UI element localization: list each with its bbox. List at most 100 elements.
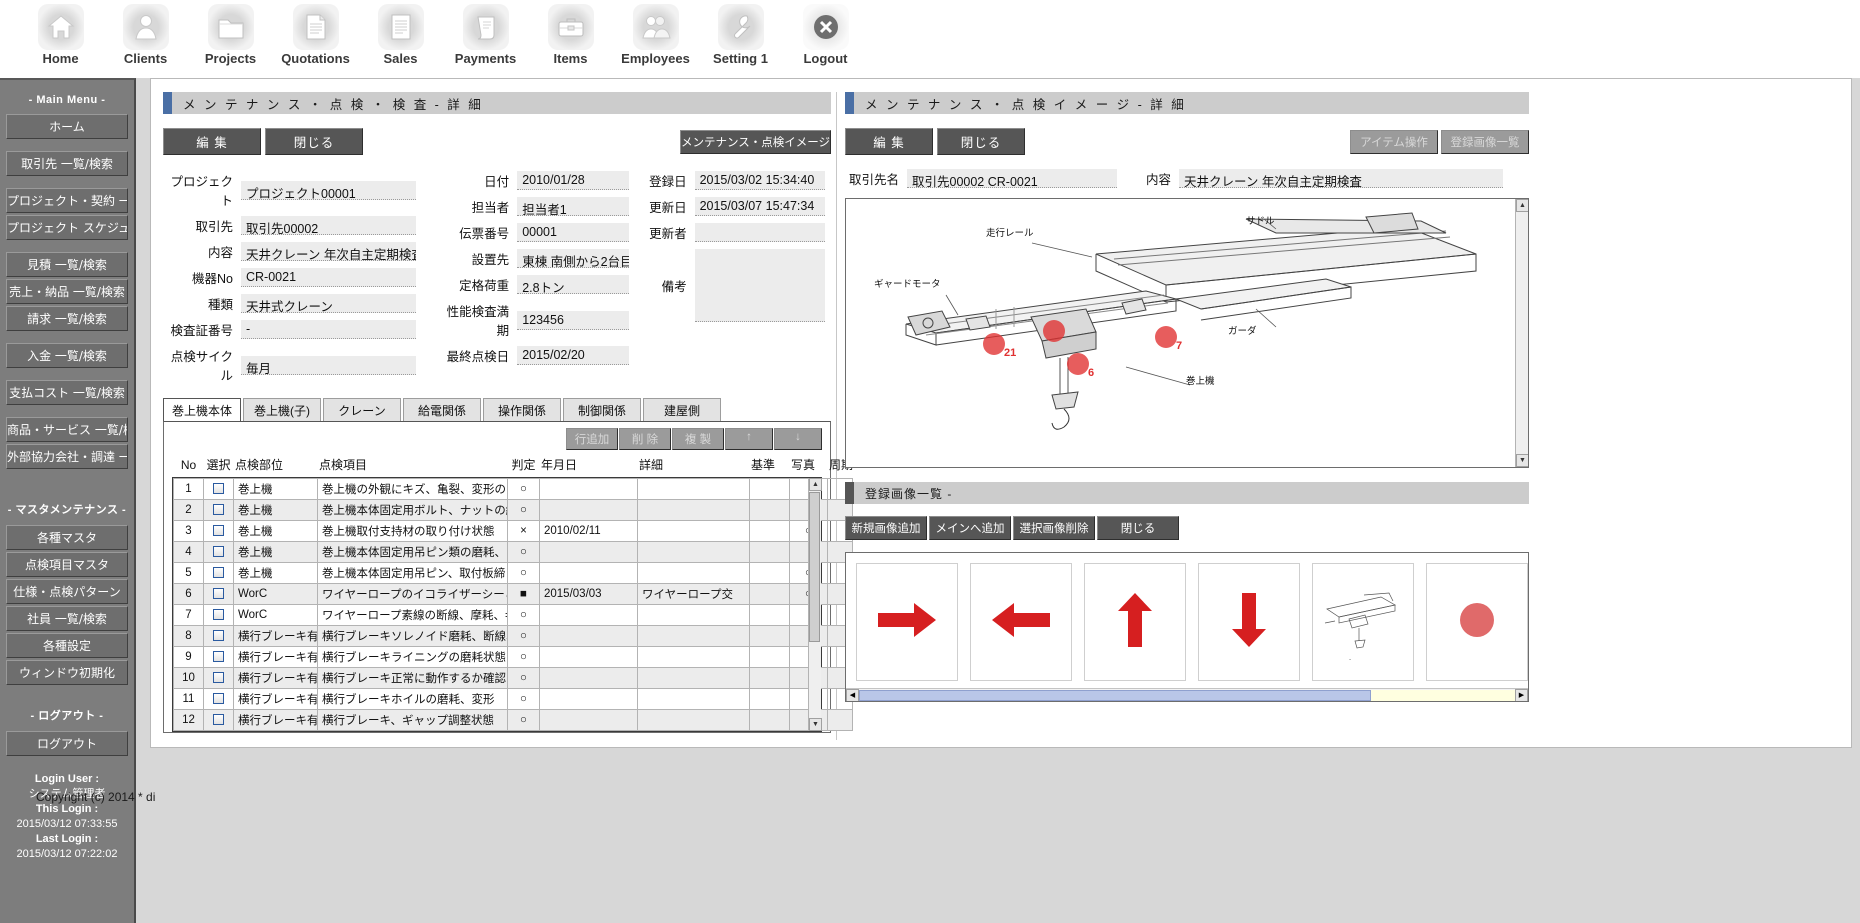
image-action-button-2[interactable]: 選択画像削除 — [1013, 516, 1095, 540]
sidebar-item-4-0[interactable]: 入金 一覧/検索 — [6, 343, 128, 368]
toolbar-item-logout[interactable]: Logout — [783, 4, 868, 66]
row-select-cell[interactable] — [203, 688, 234, 710]
tab-0[interactable]: 巻上機本体 — [163, 398, 241, 421]
sidebar-item-2-1[interactable]: プロジェクト スケジュール — [6, 215, 128, 240]
image-list-button[interactable]: 登録画像一覧 — [1441, 129, 1529, 154]
maintenance-image-button[interactable]: メンテナンス・点検イメージ — [679, 129, 831, 154]
toolbar-item-setting-1[interactable]: Setting 1 — [698, 4, 783, 66]
thumbnail-3[interactable] — [1198, 563, 1300, 681]
sidebar-master-item-2[interactable]: 仕様・点検パターン — [6, 579, 128, 604]
grid-tool-4[interactable]: ↓ — [774, 428, 822, 450]
item-ops-button[interactable]: アイテム操作 — [1350, 129, 1438, 154]
row-select-cell[interactable] — [203, 520, 234, 542]
table-row[interactable]: 8 横行ブレーキ有:横行ブレーキソレノイド磨耗、断線、挿○ — [173, 625, 853, 647]
thumbnail-horizontal-scrollbar[interactable]: ◀ ▶ — [846, 688, 1528, 701]
thumb-scroll-right[interactable]: ▶ — [1515, 688, 1528, 701]
row-checkbox[interactable] — [213, 525, 224, 537]
drawing-scroll-down[interactable]: ▼ — [1516, 454, 1528, 467]
tab-6[interactable]: 建屋側 — [643, 398, 721, 421]
field-mid-1-value[interactable]: 担当者1 — [517, 197, 630, 216]
sidebar-item-3-0[interactable]: 見積 一覧/検索 — [6, 252, 128, 277]
sidebar-item-5-0[interactable]: 支払コスト 一覧/検索 — [6, 380, 128, 405]
field-mid-3-value[interactable]: 東棟 南側から2台目 — [517, 249, 630, 268]
row-select-cell[interactable] — [203, 562, 234, 584]
tab-2[interactable]: クレーン — [323, 398, 401, 421]
drawing-marker-0[interactable]: 21 — [983, 333, 1016, 359]
drawing-vertical-scrollbar[interactable]: ▲ ▼ — [1515, 199, 1528, 467]
row-checkbox[interactable] — [213, 483, 224, 495]
image-close-button[interactable]: 閉じる — [937, 128, 1025, 155]
row-select-cell[interactable] — [203, 709, 234, 731]
content-value[interactable]: 天井クレーン 年次自主定期検査 — [1179, 169, 1503, 188]
row-checkbox[interactable] — [213, 714, 224, 726]
field-right-2-value[interactable] — [694, 223, 825, 242]
image-action-button-3[interactable]: 閉じる — [1097, 516, 1179, 540]
client-name-value[interactable]: 取引先00002 CR-0021 — [907, 169, 1117, 188]
row-checkbox[interactable] — [213, 504, 224, 516]
thumbnail-5[interactable] — [1426, 563, 1528, 681]
sidebar-item-6-1[interactable]: 外部協力会社・調達 一覧 — [6, 444, 128, 469]
crane-drawing-viewport[interactable]: 21 7 6 走行レール サドル ギャードモータ ガーダ 巻上機 ▲ ▼ — [845, 198, 1529, 468]
drawing-scroll-up[interactable]: ▲ — [1516, 199, 1528, 212]
drawing-marker-2[interactable]: 6 — [1067, 353, 1094, 379]
field-left-6-value[interactable]: 毎月 — [241, 355, 416, 375]
table-row[interactable]: 7 WorC ワイヤーロープ素線の断線、摩耗、= ○ — [173, 604, 853, 626]
row-select-cell[interactable] — [203, 499, 234, 521]
table-row[interactable]: 6 WorC ワイヤーロープのイコライザーシーこ ■ 2015/03/03 ワイヤーロープ… — [173, 583, 853, 605]
field-left-2-value[interactable]: 天井クレーン 年次自主定期検査 — [241, 242, 416, 261]
thumb-scroll-track[interactable] — [859, 689, 1515, 701]
table-row[interactable]: 12 横行ブレーキ有: 横行ブレーキ、ギャップ調整状態 ○ — [173, 709, 853, 731]
row-checkbox[interactable] — [213, 546, 224, 558]
thumbnail-1[interactable] — [970, 563, 1072, 681]
table-row[interactable]: 5巻上機巻上機本体固定用吊ピン、取付板締○○ — [173, 562, 853, 584]
toolbar-item-sales[interactable]: Sales — [358, 4, 443, 66]
grid-vertical-scrollbar[interactable]: ▲ ▼ — [808, 478, 822, 731]
grid-tool-3[interactable]: ↑ — [725, 428, 773, 450]
grid-tool-1[interactable]: 削 除 — [619, 428, 671, 450]
field-left-0-value[interactable]: プロジェクト00001 — [241, 180, 416, 200]
table-row[interactable]: 2 巻上機 巻上機本体固定用ボルト、ナットの緩 ○ — [173, 499, 853, 521]
field-mid-4-value[interactable]: 2.8トン — [517, 275, 630, 294]
grid-tool-0[interactable]: 行追加 — [566, 428, 618, 450]
drawing-marker-1[interactable]: 7 — [1155, 326, 1182, 352]
field-right-3-value[interactable] — [694, 249, 825, 322]
table-row[interactable]: 4 巻上機 巻上機本体固定用吊ピン類の磨耗、 ○ — [173, 541, 853, 563]
thumb-scroll-thumb[interactable] — [859, 689, 1371, 701]
field-right-1-value[interactable]: 2015/03/07 15:47:34 — [694, 197, 825, 216]
scroll-down-arrow[interactable]: ▼ — [809, 718, 822, 731]
row-select-cell[interactable] — [203, 625, 234, 647]
row-checkbox[interactable] — [213, 651, 224, 663]
drawing-marker-3[interactable] — [1043, 320, 1065, 342]
row-checkbox[interactable] — [213, 567, 224, 579]
row-select-cell[interactable] — [203, 541, 234, 563]
row-select-cell[interactable] — [203, 604, 234, 626]
image-action-button-0[interactable]: 新規画像追加 — [845, 516, 927, 540]
toolbar-item-clients[interactable]: Clients — [103, 4, 188, 66]
sidebar-item-0-0[interactable]: ホーム — [6, 114, 128, 139]
tab-5[interactable]: 制御関係 — [563, 398, 641, 421]
row-select-cell[interactable] — [203, 583, 234, 605]
sidebar-master-item-1[interactable]: 点検項目マスタ — [6, 552, 128, 577]
table-row[interactable]: 3巻上機巻上機取付支持材の取り付け状態×2010/02/11○ — [173, 520, 853, 542]
field-right-0-value[interactable]: 2015/03/02 15:34:40 — [694, 171, 825, 190]
field-mid-5-value[interactable]: 123456 — [517, 310, 630, 330]
row-select-cell[interactable] — [203, 478, 234, 500]
toolbar-item-employees[interactable]: Employees — [613, 4, 698, 66]
image-edit-button[interactable]: 編 集 — [845, 128, 933, 155]
field-left-3-value[interactable]: CR-0021 — [241, 268, 416, 287]
field-left-5-value[interactable]: - — [241, 320, 416, 339]
toolbar-item-home[interactable]: Home — [18, 4, 103, 66]
sidebar-master-item-3[interactable]: 社員 一覧/検索 — [6, 606, 128, 631]
scroll-thumb[interactable] — [809, 492, 820, 642]
grid-tool-2[interactable]: 複 製 — [672, 428, 724, 450]
row-checkbox[interactable] — [213, 609, 224, 621]
toolbar-item-items[interactable]: Items — [528, 4, 613, 66]
sidebar-item-2-0[interactable]: プロジェクト・契約 一覧 — [6, 188, 128, 213]
table-row[interactable]: 10 横行ブレーキ有: 横行ブレーキ正常に動作するか確認 ○ — [173, 667, 853, 689]
sidebar-item-6-0[interactable]: 商品・サービス 一覧/検索 — [6, 417, 128, 442]
toolbar-item-quotations[interactable]: Quotations — [273, 4, 358, 66]
close-button[interactable]: 閉じる — [265, 128, 363, 155]
sidebar-item-3-2[interactable]: 請求 一覧/検索 — [6, 306, 128, 331]
sidebar-master-item-0[interactable]: 各種マスタ — [6, 525, 128, 550]
field-mid-2-value[interactable]: 00001 — [517, 223, 630, 242]
